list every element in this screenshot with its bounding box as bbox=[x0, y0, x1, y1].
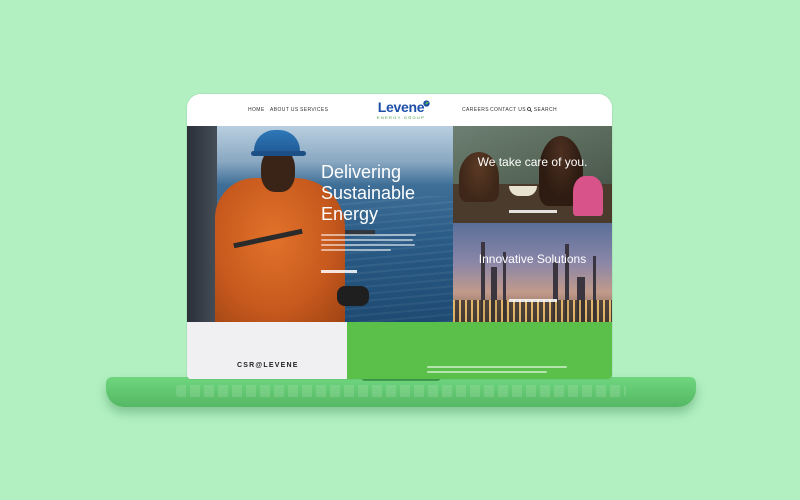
logo-tagline: ENERGY GROUP bbox=[376, 115, 426, 120]
refinery-tile-title: Innovative Solutions bbox=[478, 252, 587, 266]
top-nav: HOME ABOUT US SERVICES Levene ENERGY GRO… bbox=[187, 94, 612, 126]
refinery-tile[interactable]: Innovative Solutions bbox=[453, 223, 612, 322]
green-info-panel bbox=[347, 322, 612, 379]
nav-careers-link[interactable]: CAREERS bbox=[462, 107, 489, 113]
green-panel-text bbox=[427, 366, 567, 376]
search-label: SEARCH bbox=[533, 107, 558, 113]
csr-panel: CSR@LEVENE bbox=[187, 322, 347, 379]
hero-title: Delivering Sustainable Energy bbox=[321, 162, 416, 224]
care-tile[interactable]: We take care of you. bbox=[453, 126, 612, 223]
hero-banner: Delivering Sustainable Energy bbox=[187, 126, 453, 322]
nav-about-link[interactable]: ABOUT US bbox=[270, 107, 299, 113]
refinery-tile-link[interactable] bbox=[509, 299, 557, 302]
worker-gloves bbox=[337, 286, 369, 306]
care-tile-link[interactable] bbox=[509, 210, 557, 213]
laptop-screen: HOME ABOUT US SERVICES Levene ENERGY GRO… bbox=[187, 94, 612, 379]
nav-search-link[interactable]: SEARCH bbox=[527, 107, 557, 113]
laptop-keyboard bbox=[176, 385, 626, 397]
ship-deck bbox=[187, 126, 217, 322]
nav-home-link[interactable]: HOME bbox=[248, 107, 265, 113]
hero-cta-link[interactable] bbox=[321, 270, 357, 273]
hard-hat-brim bbox=[251, 151, 306, 156]
care-tile-title: We take care of you. bbox=[477, 155, 588, 169]
search-icon bbox=[527, 107, 533, 113]
family-member bbox=[573, 176, 603, 216]
levene-logo[interactable]: Levene ENERGY GROUP bbox=[369, 100, 433, 124]
nav-contact-link[interactable]: CONTACT US bbox=[490, 107, 526, 113]
logo-mark-icon bbox=[423, 100, 430, 107]
nav-services-link[interactable]: SERVICES bbox=[300, 107, 328, 113]
refinery-lights bbox=[453, 300, 612, 322]
laptop-base bbox=[106, 377, 696, 407]
hero-body-text bbox=[321, 234, 416, 254]
csr-label: CSR@LEVENE bbox=[237, 362, 299, 369]
